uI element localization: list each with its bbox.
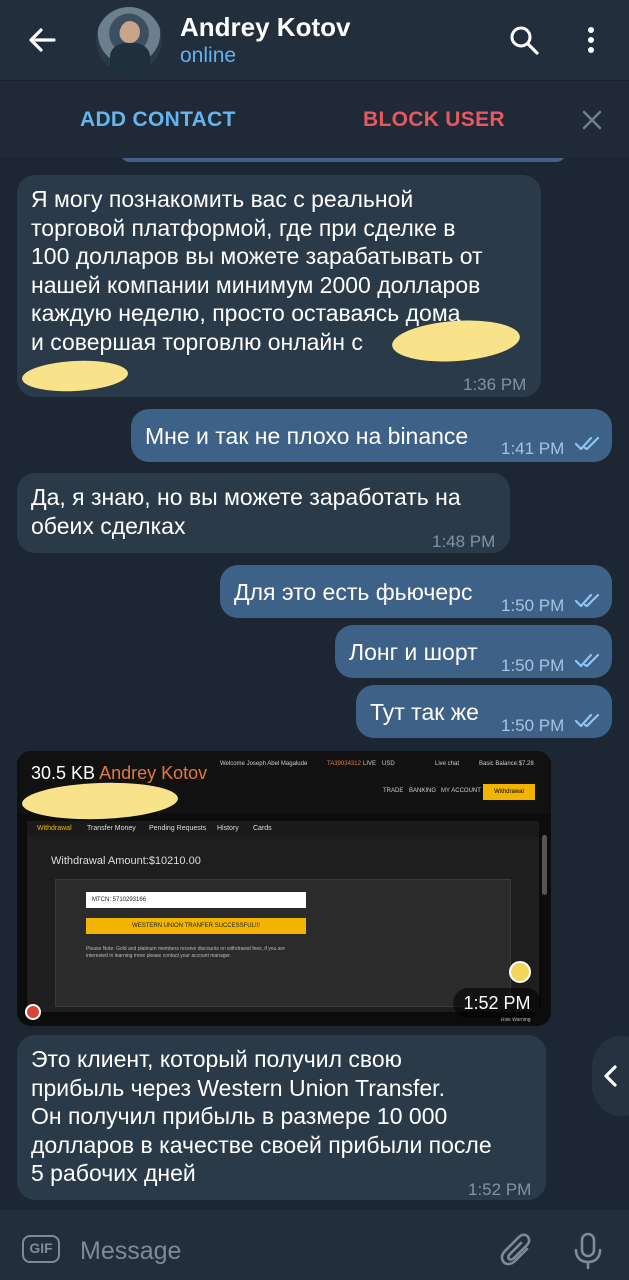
screenshot-nav-trade: TRADE (383, 788, 404, 794)
screenshot-inner-box: MTCN: 5710293166 WESTERN UNION TRANFER S… (55, 879, 511, 1007)
close-icon[interactable] (578, 106, 606, 134)
message-bubble-outgoing[interactable]: Мне и так не плохо на binance 1:41 PM (131, 409, 612, 462)
screenshot-tab: History (217, 825, 239, 832)
screenshot-nav-account: MY ACCOUNT (441, 788, 481, 794)
back-arrow-icon[interactable] (24, 22, 60, 58)
screenshot-chat-badge-icon (509, 961, 531, 983)
message-text-line: Да, я знаю, но вы можете заработать на (31, 484, 461, 510)
more-vertical-icon[interactable] (576, 22, 606, 58)
message-text: Лонг и шорт (349, 639, 478, 665)
paperclip-icon[interactable] (500, 1232, 536, 1270)
message-text-line: прибыль через Western Union Transfer. (31, 1074, 445, 1101)
screenshot-nav-banking: BANKING (409, 788, 437, 794)
contact-status: online (180, 44, 237, 67)
message-bubble-outgoing[interactable]: Для это есть фьючерс 1:50 PM (220, 565, 612, 618)
avatar-face (120, 21, 140, 43)
chat-area[interactable]: Я могу познакомить вас с реальной торгов… (0, 158, 629, 1210)
message-time: 1:50 PM (501, 656, 565, 675)
message-text-line: Я могу познакомить вас с реальной (31, 186, 414, 212)
screenshot-notification-icon (25, 1004, 41, 1020)
double-check-icon (574, 653, 600, 668)
message-time: 1:50 PM (501, 596, 565, 615)
screenshot-balance: Basic Balance:$7.28 (479, 761, 534, 767)
image-time: 1:52 PM (453, 988, 541, 1018)
message-text-line: торговой платформой, где при сделке в (31, 214, 456, 241)
message-text: Тут так же (370, 699, 479, 725)
screenshot-amount: Withdrawal Amount:$10210.00 (51, 855, 201, 867)
message-time: 1:50 PM (501, 716, 565, 735)
message-bubble-incoming[interactable]: Это клиент, который получил свою прибыль… (17, 1035, 546, 1200)
screenshot-currency: USD (382, 761, 395, 767)
screenshot-panel: Withdrawal Amount:$10210.00 MTCN: 571029… (27, 837, 539, 1012)
gif-button[interactable]: GIF (22, 1235, 60, 1263)
contact-name[interactable]: Andrey Kotov (180, 12, 350, 43)
message-text-line: долларов в качестве своей прибыли после (31, 1131, 492, 1158)
message-text-line: Он получил прибыль в размере 10 000 (31, 1103, 448, 1129)
message-text-line: 5 рабочих дней (31, 1160, 196, 1186)
screenshot-tab: Pending Requests (149, 825, 207, 832)
chat-header: Andrey Kotov online (0, 0, 629, 80)
chevron-left-icon (604, 1065, 617, 1087)
double-check-icon (574, 593, 600, 608)
message-text-line: обеих сделках (31, 512, 186, 539)
contact-action-bar: ADD CONTACT BLOCK USER (0, 80, 629, 158)
double-check-icon (574, 436, 600, 451)
message-time: 1:36 PM (463, 375, 527, 394)
screenshot-wu-status: WESTERN UNION TRANFER SUCCESSFUL!!! (86, 918, 306, 934)
screenshot-live: LIVE (363, 761, 377, 767)
screenshot-tab: Transfer Money (87, 825, 136, 832)
message-text-line: Это клиент, который получил свою (31, 1046, 402, 1072)
screenshot-live-chat: Live chat (435, 761, 460, 767)
microphone-icon[interactable] (572, 1232, 604, 1270)
message-text-line: 100 долларов вы можете зарабатывать от (31, 243, 483, 269)
search-icon[interactable] (506, 22, 542, 58)
screenshot-tab: Withdrawal (37, 825, 72, 832)
image-file-size: 30.5 KB (31, 763, 96, 783)
message-time: 1:52 PM (468, 1180, 532, 1199)
screenshot-scrollbar (542, 835, 547, 895)
screenshot-welcome: Welcome Joseph Abel Magalude (220, 761, 308, 767)
message-bubble-outgoing[interactable]: Лонг и шорт 1:50 PM (335, 625, 612, 678)
screenshot-account-id: TA39034312 (327, 761, 361, 767)
image-sender-name[interactable]: Andrey Kotov (99, 763, 207, 783)
screenshot-note: Please Note: Gold and platinum members r… (86, 946, 285, 959)
previous-message-bubble (120, 158, 566, 162)
double-check-icon (574, 713, 600, 728)
message-input[interactable] (80, 1234, 480, 1268)
avatar[interactable] (96, 7, 162, 73)
message-text-line: нашей компании минимум 2000 долларов (31, 271, 481, 298)
avatar-body (110, 43, 150, 73)
message-text: Для это есть фьючерс (234, 579, 473, 605)
add-contact-button[interactable]: ADD CONTACT (80, 108, 236, 132)
scroll-left-button[interactable] (592, 1036, 629, 1116)
message-input-bar: GIF (0, 1210, 629, 1280)
message-text: Мне и так не плохо на binance (145, 423, 469, 449)
screenshot-tab: Cards (253, 825, 272, 832)
screenshot-withdrawal-button: Withdrawal (483, 784, 535, 800)
message-bubble-incoming[interactable]: Да, я знаю, но вы можете заработать на о… (17, 473, 510, 553)
block-user-button[interactable]: BLOCK USER (363, 108, 505, 132)
message-bubble-outgoing[interactable]: Тут так же 1:50 PM (356, 685, 612, 738)
message-time: 1:41 PM (501, 439, 565, 458)
screenshot-mtcn: MTCN: 5710293166 (86, 892, 306, 908)
image-caption: 30.5 KB Andrey Kotov (31, 763, 207, 784)
message-time: 1:48 PM (432, 532, 496, 551)
screenshot-tabs: Withdrawal Transfer Money Pending Reques… (27, 821, 539, 837)
